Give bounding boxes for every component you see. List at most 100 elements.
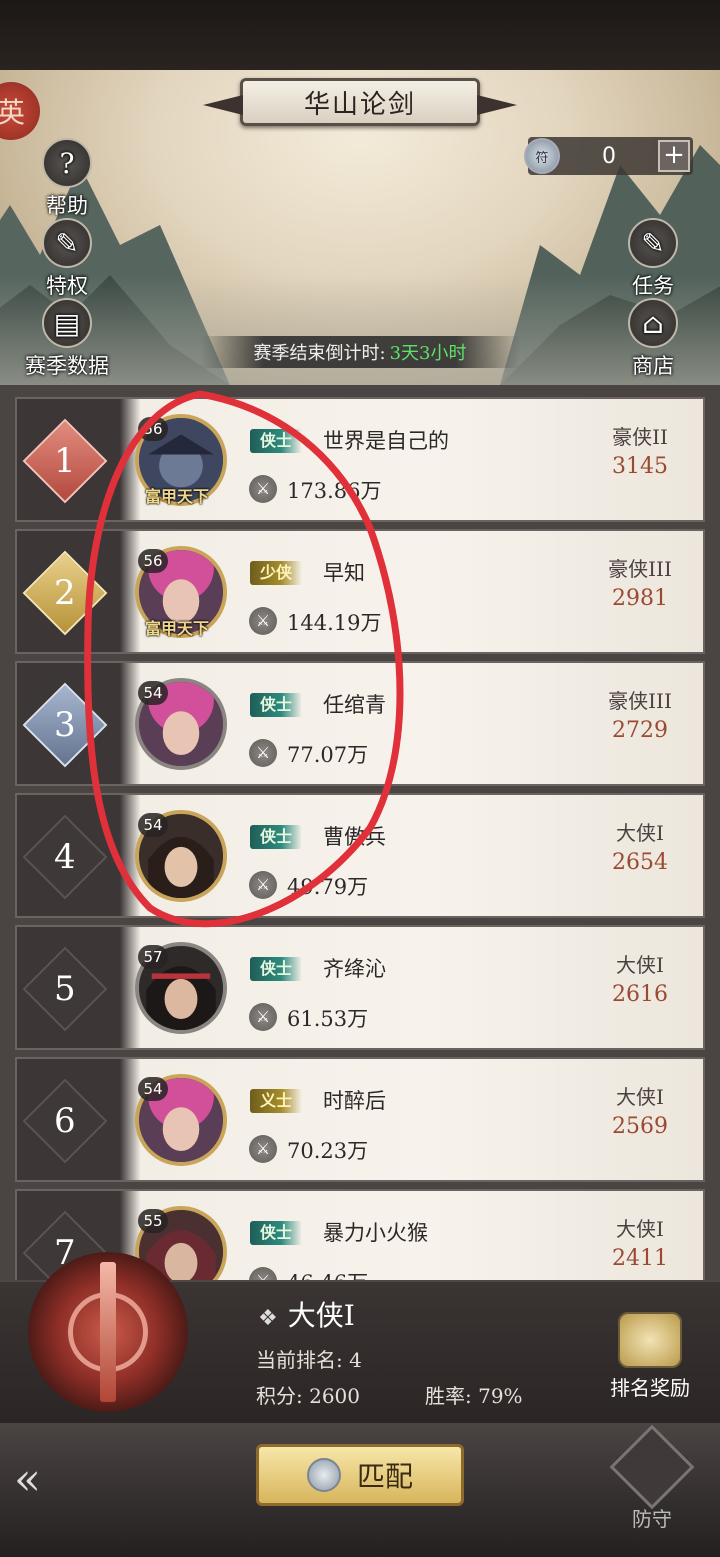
tier-score: 3145	[612, 454, 668, 479]
page-title: 华山论剑	[203, 78, 517, 126]
player-power: 49.79万	[287, 875, 369, 899]
rank-badge: 4	[22, 814, 108, 900]
tier-name: 豪侠III	[608, 689, 672, 713]
player-level: 54	[138, 1077, 168, 1101]
help-button[interactable]: ? 帮助	[22, 138, 112, 220]
bottom-nav: « 匹配 防守	[0, 1423, 720, 1557]
ticket-coin-icon	[306, 1458, 341, 1492]
rank-badge: 3	[22, 682, 108, 768]
match-label: 匹配	[356, 1460, 413, 1493]
ranking-row[interactable]: 2 56 富甲天下 少侠 早知 ⚔ 144.19万 豪侠III 2981	[15, 529, 705, 654]
player-power: 61.53万	[287, 1007, 369, 1031]
ranking-row[interactable]: 6 54 义士 时醉后 ⚔ 70.23万 大侠I 2569	[15, 1057, 705, 1182]
tier-name: 大侠I	[616, 1085, 664, 1109]
countdown-label: 赛季结束倒计时:	[253, 343, 386, 364]
player-name: 暴力小火猴	[323, 1221, 428, 1245]
ranking-row[interactable]: 1 56 富甲天下 侠士 世界是自己的 ⚔ 173.86万 豪侠II 3145	[15, 397, 705, 522]
tier-name: 大侠I	[616, 1217, 664, 1241]
ranking-row[interactable]: 5 57 侠士 齐绛沁 ⚔ 61.53万 大侠I 2616	[15, 925, 705, 1050]
player-level: 56	[138, 549, 168, 573]
rank-reward-label: 排名奖励	[610, 1376, 690, 1400]
swords-icon: ⚔	[249, 1003, 277, 1031]
tier-info: 大侠I 2616	[595, 949, 685, 1007]
player-level: 56	[138, 417, 168, 441]
player-name: 齐绛沁	[323, 957, 386, 981]
rank-badge: 6	[22, 1078, 108, 1164]
swords-icon: ⚔	[249, 1135, 277, 1163]
swords-icon: ⚔	[249, 739, 277, 767]
tier-score: 2729	[612, 718, 668, 743]
swords-icon: ⚔	[249, 1267, 277, 1280]
tier-info: 豪侠II 3145	[595, 421, 685, 479]
tier-info: 大侠I 2411	[595, 1213, 685, 1271]
swords-icon: ⚔	[249, 475, 277, 503]
current-score: 积分: 2600	[256, 1384, 361, 1408]
player-power: 144.19万	[287, 611, 382, 635]
tier-info: 豪侠III 2981	[595, 553, 685, 611]
question-icon: ?	[42, 138, 92, 188]
rank-badge: 2	[22, 550, 108, 636]
ranking-row[interactable]: 3 54 侠士 任绾青 ⚔ 77.07万 豪侠III 2729	[15, 661, 705, 786]
tier-score: 2616	[612, 982, 668, 1007]
tier-info: 大侠I 2569	[595, 1081, 685, 1139]
avatar-frame-tag: 富甲天下	[145, 487, 210, 506]
tier-name: 豪侠III	[608, 557, 672, 581]
scroll-icon: ✎	[42, 218, 92, 268]
shop-button[interactable]: ⌂ 商店	[608, 298, 698, 380]
treasure-chest-icon	[618, 1312, 682, 1368]
tier-info: 大侠I 2654	[595, 817, 685, 875]
player-name: 任绾青	[323, 693, 386, 717]
shop-icon: ⌂	[628, 298, 678, 348]
add-currency-button[interactable]: +	[658, 140, 690, 172]
swords-icon: ⚔	[249, 607, 277, 635]
ranking-row[interactable]: 4 54 侠士 曹傲兵 ⚔ 49.79万 大侠I 2654	[15, 793, 705, 918]
tier-name: 大侠I	[616, 953, 664, 977]
player-power: 77.07万	[287, 743, 369, 767]
help-label: 帮助	[46, 194, 88, 218]
ranking-list[interactable]: 1 56 富甲天下 侠士 世界是自己的 ⚔ 173.86万 豪侠II 3145 …	[0, 385, 720, 1280]
tier-score: 2981	[612, 586, 668, 611]
back-arrow-icon: «	[14, 1454, 41, 1505]
rank-badge: 5	[22, 946, 108, 1032]
season-data-label: 赛季数据	[25, 354, 109, 378]
season-countdown: 赛季结束倒计时: 3天3小时	[200, 336, 520, 368]
player-title-tag: 侠士	[250, 1221, 303, 1245]
player-level: 54	[138, 681, 168, 705]
rank-badge: 1	[22, 418, 108, 504]
currency-display: 符 0 +	[524, 137, 693, 175]
document-icon: ▤	[42, 298, 92, 348]
current-tier: ❖ 大侠I	[258, 1294, 355, 1334]
privilege-button[interactable]: ✎ 特权	[22, 218, 112, 300]
avatar-frame-tag: 富甲天下	[145, 619, 210, 638]
player-title-tag: 侠士	[250, 825, 303, 849]
diamond-icon: ❖	[258, 1306, 278, 1331]
player-power: 70.23万	[287, 1139, 369, 1163]
privilege-label: 特权	[46, 274, 88, 298]
ticket-coin-icon: 符	[524, 138, 560, 174]
player-title-tag: 侠士	[250, 693, 303, 717]
brush-icon: ✎	[628, 218, 678, 268]
player-name: 早知	[323, 561, 365, 585]
tier-name: 豪侠II	[612, 425, 668, 449]
back-button[interactable]: «	[14, 1451, 104, 1509]
rank-reward-button[interactable]: 排名奖励	[600, 1312, 700, 1401]
match-button[interactable]: 匹配	[256, 1444, 464, 1506]
tier-name: 大侠I	[616, 821, 664, 845]
current-tier-label: 大侠I	[287, 1299, 355, 1332]
player-info-panel: ❖ 大侠I 当前排名: 4 积分: 2600 胜率: 79% 排名奖励	[0, 1252, 720, 1423]
defend-button[interactable]: 防守	[609, 1424, 695, 1532]
tier-info: 豪侠III 2729	[595, 685, 685, 743]
player-level: 54	[138, 813, 168, 837]
tasks-label: 任务	[632, 274, 674, 298]
player-title-tag: 少侠	[250, 561, 303, 585]
season-data-button[interactable]: ▤ 赛季数据	[22, 298, 112, 380]
player-title-tag: 侠士	[250, 957, 303, 981]
current-rank: 当前排名: 4	[256, 1348, 362, 1372]
tasks-button[interactable]: ✎ 任务	[608, 218, 698, 300]
player-title-tag: 义士	[250, 1089, 303, 1113]
shield-sword-icon	[609, 1424, 695, 1510]
tier-emblem-icon	[28, 1252, 188, 1412]
win-rate: 胜率: 79%	[425, 1384, 523, 1408]
player-name: 世界是自己的	[323, 429, 449, 453]
player-level: 55	[138, 1209, 168, 1233]
